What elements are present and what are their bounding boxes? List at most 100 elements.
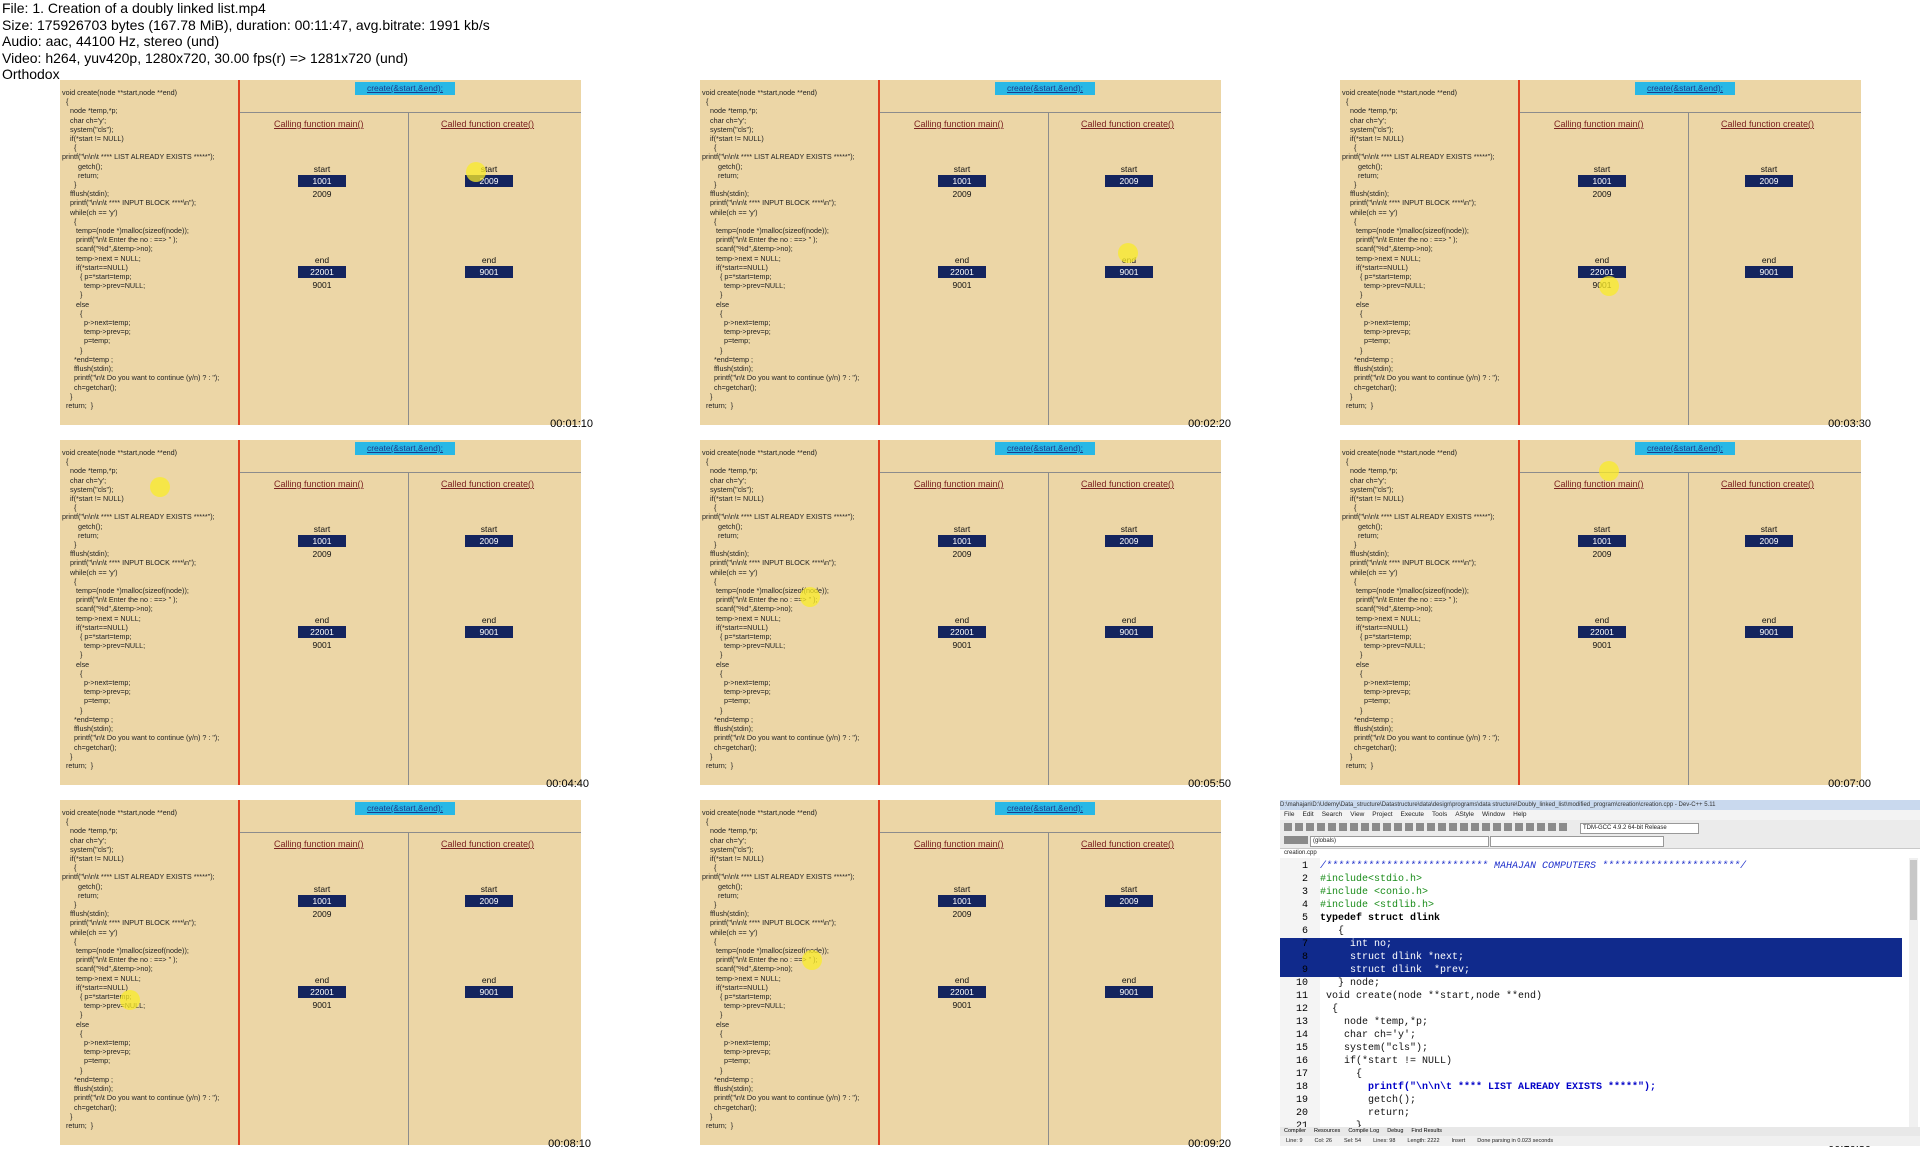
menu-item-view[interactable]: View (1350, 811, 1364, 818)
code-line[interactable]: 2 #include<stdio.h> (1280, 873, 1902, 886)
toolbar-button-icon[interactable] (1284, 823, 1292, 831)
menu-item-tools[interactable]: Tools (1432, 811, 1447, 818)
code-line[interactable]: 10 } node; (1280, 977, 1902, 990)
toolbar-button-icon[interactable] (1284, 836, 1292, 844)
toolbar-button-icon[interactable] (1471, 823, 1479, 831)
code-line[interactable]: 9 struct dlink *prev; (1280, 964, 1902, 977)
code-listing: void create(node **start,node **end) { n… (1342, 448, 1500, 770)
toolbar-button-icon[interactable] (1339, 823, 1347, 831)
callee-end-box: 9001 (1105, 266, 1153, 278)
toolbar-button-icon[interactable] (1416, 823, 1424, 831)
toolbar-button-icon[interactable] (1427, 823, 1435, 831)
toolbar-button-icon[interactable] (1493, 823, 1501, 831)
menu-item-file[interactable]: File (1284, 811, 1294, 818)
compiler-select[interactable]: TDM-GCC 4.9.2 64-bit Release (1580, 823, 1699, 834)
code-line[interactable]: 8 struct dlink *next; (1280, 951, 1902, 964)
toolbar-button-icon[interactable] (1383, 823, 1391, 831)
toolbar-button-icon[interactable] (1295, 823, 1303, 831)
callee-heading: Called function create() (1081, 839, 1175, 849)
divider-column (408, 472, 409, 785)
menu-item-execute[interactable]: Execute (1401, 811, 1425, 818)
code-line[interactable]: 5 typedef struct dlink (1280, 912, 1902, 925)
toolbar-button-icon[interactable] (1449, 823, 1457, 831)
line-number: 12 (1295, 1004, 1308, 1015)
scrollbar-thumb[interactable] (1910, 860, 1917, 920)
toolbar-button-icon[interactable] (1537, 823, 1545, 831)
bottom-tab[interactable]: Compiler (1284, 1128, 1306, 1134)
caller-start-value: 2009 (952, 189, 972, 199)
header-line-video: Video: h264, yuv420p, 1280x720, 30.00 fp… (2, 49, 409, 66)
line-number: 5 (1301, 913, 1308, 924)
menu-item-astyle[interactable]: AStyle (1455, 811, 1474, 818)
toolbar-button-icon[interactable] (1317, 823, 1325, 831)
menu-item-window[interactable]: Window (1482, 811, 1505, 818)
video-thumbnail[interactable]: void create(node **start,node **end) { n… (1340, 80, 1861, 425)
code-line[interactable]: 19 getch(); (1280, 1094, 1902, 1107)
menu-item-search[interactable]: Search (1322, 811, 1343, 818)
toolbar-button-icon[interactable] (1405, 823, 1413, 831)
toolbar-button-icon[interactable] (1460, 823, 1468, 831)
toolbar-button-icon[interactable] (1548, 823, 1556, 831)
video-thumbnail[interactable]: void create(node **start,node **end) { n… (700, 80, 1221, 425)
code-line[interactable]: 17 { (1280, 1068, 1902, 1081)
code-line[interactable]: 6 { (1280, 925, 1902, 938)
toolbar-button-icon[interactable] (1350, 823, 1358, 831)
bottom-tab[interactable]: Compile Log (1348, 1128, 1379, 1134)
toolbar-button-icon[interactable] (1372, 823, 1380, 831)
code-line[interactable]: 11 void create(node **start,node **end) (1280, 990, 1902, 1003)
bottom-tab[interactable]: Debug (1387, 1128, 1403, 1134)
file-tab[interactable]: creation.cpp (1284, 850, 1317, 856)
caller-start-box: 1001 (298, 175, 346, 187)
thumbnail-timestamp: 00:09:20 (1188, 1138, 1231, 1150)
bottom-tab[interactable]: Find Results (1411, 1128, 1442, 1134)
caller-start-box: 1001 (298, 535, 346, 547)
code-line[interactable]: 4 #include <stdlib.h> (1280, 899, 1902, 912)
toolbar-button-icon[interactable] (1482, 823, 1490, 831)
video-thumbnail[interactable]: void create(node **start,node **end) { n… (700, 800, 1221, 1145)
end-label: end (1761, 255, 1777, 265)
video-thumbnail[interactable]: void create(node **start,node **end) { n… (60, 80, 581, 425)
callee-start-box: 2009 (465, 895, 513, 907)
thumbnail-timestamp: 00:01:10 (550, 418, 593, 430)
bottom-tab[interactable]: Resources (1314, 1128, 1340, 1134)
toolbar-button-icon[interactable] (1438, 823, 1446, 831)
code-line[interactable]: 13 node *temp,*p; (1280, 1016, 1902, 1029)
caller-heading: Calling function main() (274, 839, 364, 849)
toolbar-button-icon[interactable] (1328, 823, 1336, 831)
menu-item-project[interactable]: Project (1372, 811, 1392, 818)
toolbar-button-icon[interactable] (1300, 836, 1308, 844)
globals-select[interactable]: (globals) (1310, 836, 1489, 847)
code-editor[interactable]: 1 /*************************** MAHAJAN CO… (1280, 860, 1902, 1133)
code-line[interactable]: 16 if(*start != NULL) (1280, 1055, 1902, 1068)
caller-heading: Calling function main() (1554, 479, 1644, 489)
code-line[interactable]: 20 return; (1280, 1107, 1902, 1120)
video-thumbnail[interactable]: void create(node **start,node **end) { n… (60, 440, 581, 785)
code-line[interactable]: 15 system("cls"); (1280, 1042, 1902, 1055)
code-line[interactable]: 7 int no; (1280, 938, 1902, 951)
menu-item-help[interactable]: Help (1513, 811, 1526, 818)
start-label: start (313, 524, 331, 534)
code-line[interactable]: 14 char ch='y'; (1280, 1029, 1902, 1042)
divider-red (878, 440, 880, 785)
toolbar-button-icon[interactable] (1526, 823, 1534, 831)
header-line-file: File: 1. Creation of a doubly linked lis… (2, 0, 266, 16)
toolbar-button-icon[interactable] (1559, 823, 1567, 831)
menu-item-edit[interactable]: Edit (1302, 811, 1313, 818)
caller-end-value: 9001 (952, 1000, 972, 1010)
toolbar-button-icon[interactable] (1306, 823, 1314, 831)
toolbar-button-icon[interactable] (1394, 823, 1402, 831)
toolbar-button-icon[interactable] (1515, 823, 1523, 831)
toolbar-button-icon[interactable] (1361, 823, 1369, 831)
toolbar-button-icon[interactable] (1292, 836, 1300, 844)
video-thumbnail[interactable]: void create(node **start,node **end) { n… (700, 440, 1221, 785)
code-line[interactable]: 18 printf("\n\n\t **** LIST ALREADY EXIS… (1280, 1081, 1902, 1094)
code-line[interactable]: 3 #include <conio.h> (1280, 886, 1902, 899)
members-select[interactable] (1490, 836, 1664, 847)
code-line[interactable]: 1 /*************************** MAHAJAN CO… (1280, 860, 1902, 873)
divider-column (408, 112, 409, 425)
code-line[interactable]: 12 { (1280, 1003, 1902, 1016)
toolbar-button-icon[interactable] (1504, 823, 1512, 831)
video-thumbnail[interactable]: void create(node **start,node **end) { n… (1340, 440, 1861, 785)
video-thumbnail[interactable]: void create(node **start,node **end) { n… (60, 800, 581, 1145)
code-listing: void create(node **start,node **end) { n… (1342, 88, 1500, 410)
